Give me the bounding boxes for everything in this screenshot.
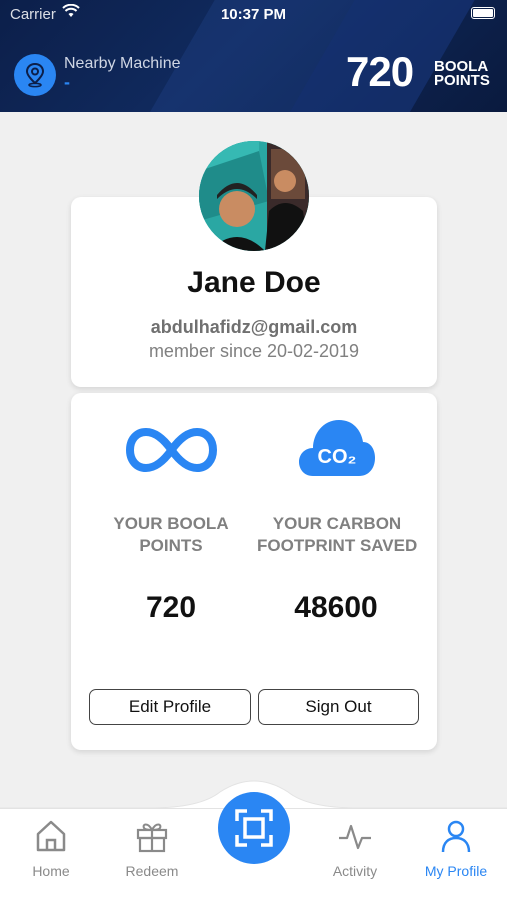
nearby-machine-button[interactable] xyxy=(14,54,56,96)
header-points-unit: BOOLA POINTS xyxy=(434,59,490,89)
person-icon xyxy=(441,820,471,853)
status-bar: Carrier 10:37 PM xyxy=(0,0,507,30)
infinity-icon xyxy=(125,427,218,473)
boola-points-value: 720 xyxy=(145,591,197,624)
header-points-value: 720 xyxy=(346,48,414,95)
carbon-label-line2: FOOTPRINT SAVED xyxy=(257,536,417,555)
co2-icon-text: CO₂ xyxy=(318,446,357,468)
tab-my-profile-label: My Profile xyxy=(424,863,488,879)
nearby-machine-value: - xyxy=(64,72,70,92)
boola-label-line1: YOUR BOOLA xyxy=(113,514,229,533)
boola-label-line2: POINTS xyxy=(139,536,203,555)
home-icon xyxy=(36,820,66,852)
battery-icon xyxy=(471,7,495,19)
carbon-footprint-value: 48600 xyxy=(294,591,378,624)
tab-activity-label: Activity xyxy=(332,863,378,879)
status-time: 10:37 PM xyxy=(220,6,287,23)
points-unit-line2: POINTS xyxy=(434,72,490,89)
profile-email: abdulhafidz@gmail.com xyxy=(150,317,358,337)
location-pin-icon xyxy=(25,62,45,88)
co2-cloud-icon: CO₂ xyxy=(299,420,375,476)
gift-icon xyxy=(136,823,168,853)
avatar-photo xyxy=(199,141,309,251)
carbon-footprint-label: YOUR CARBON FOOTPRINT SAVED xyxy=(257,513,417,557)
tab-activity[interactable]: Activity xyxy=(310,818,400,879)
tab-redeem[interactable]: Redeem xyxy=(107,818,197,879)
profile-name: Jane Doe xyxy=(187,266,321,299)
tab-home[interactable]: Home xyxy=(6,818,96,879)
carbon-label-line1: YOUR CARBON xyxy=(272,514,402,533)
member-since: member since 20-02-2019 xyxy=(148,341,360,361)
nearby-machine-label: Nearby Machine xyxy=(64,55,181,72)
scan-icon xyxy=(235,809,273,847)
activity-icon xyxy=(339,824,371,850)
tab-redeem-label: Redeem xyxy=(125,863,179,879)
tab-home-label: Home xyxy=(32,863,70,879)
tab-my-profile[interactable]: My Profile xyxy=(411,818,501,879)
sign-out-button[interactable]: Sign Out xyxy=(258,689,419,725)
boola-points-label: YOUR BOOLA POINTS xyxy=(91,513,251,557)
edit-profile-button[interactable]: Edit Profile xyxy=(89,689,251,725)
scan-button[interactable] xyxy=(218,792,290,864)
avatar[interactable] xyxy=(199,141,309,251)
